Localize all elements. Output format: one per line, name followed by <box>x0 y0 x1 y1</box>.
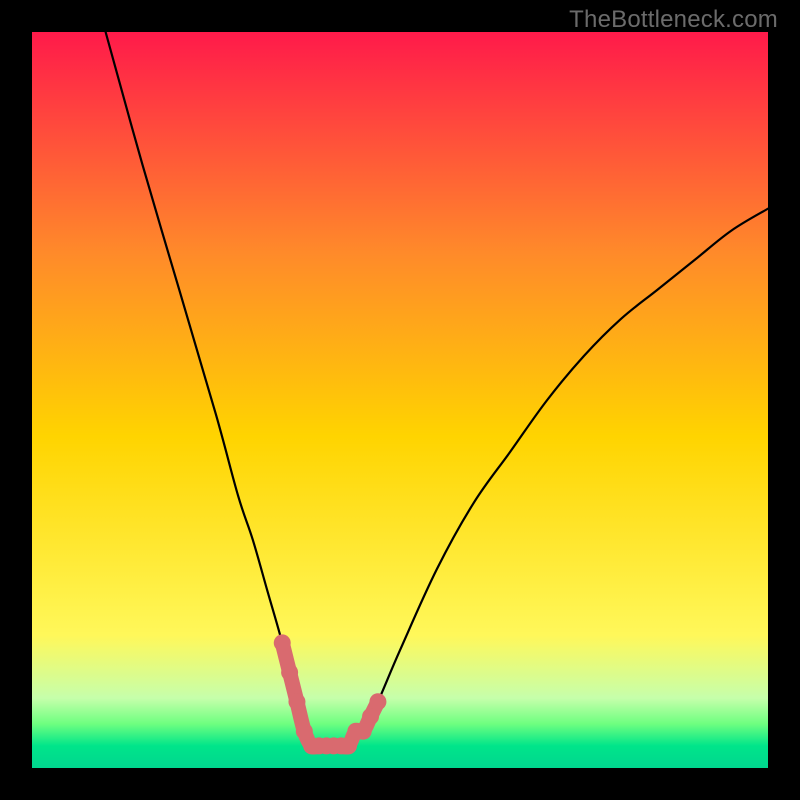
plot-area <box>32 32 768 768</box>
chart-frame: TheBottleneck.com <box>0 0 800 800</box>
highlight-dot <box>288 693 305 710</box>
highlight-dot <box>281 664 298 681</box>
highlight-dot <box>340 737 357 754</box>
gradient-background <box>32 32 768 768</box>
highlight-dot <box>274 634 291 651</box>
highlight-dot <box>369 693 386 710</box>
highlight-dot <box>362 708 379 725</box>
highlight-dot <box>296 723 313 740</box>
watermark-text: TheBottleneck.com <box>569 6 778 34</box>
highlight-dot <box>355 723 372 740</box>
chart-svg <box>32 32 768 768</box>
